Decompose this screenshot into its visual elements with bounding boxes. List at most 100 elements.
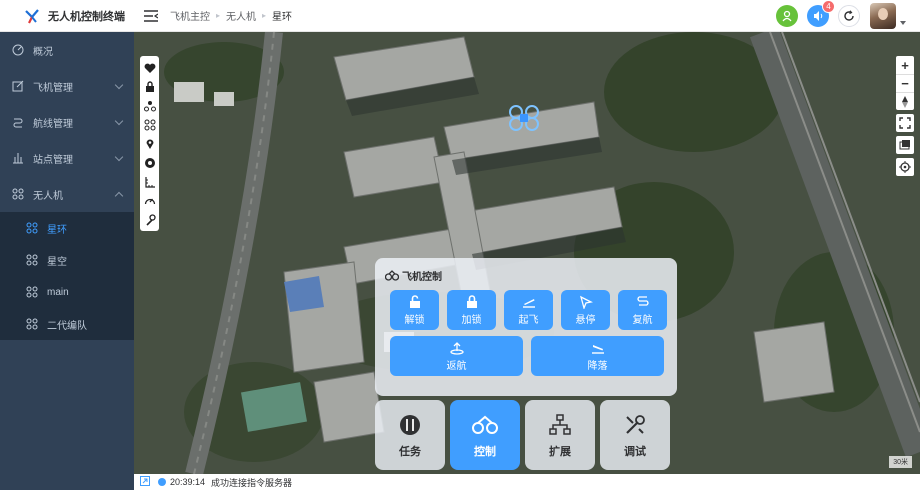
header-actions: 4 (767, 0, 906, 29)
control-icon (472, 412, 498, 438)
top-header: 飞机主控 ▸ 无人机 ▸ 星环 4 (134, 0, 920, 32)
layers-button[interactable] (896, 136, 914, 154)
sidebar-item-overview[interactable]: 概况 (0, 32, 134, 68)
crosshair-icon (896, 158, 914, 176)
notification-button[interactable]: 4 (807, 0, 835, 27)
speaker-icon (814, 11, 823, 21)
sidebar-item-route-management[interactable]: 航线管理 (0, 104, 134, 140)
extend-icon (547, 412, 573, 438)
tab-extend[interactable]: 扩展 (525, 400, 595, 470)
return-home-icon (449, 341, 464, 355)
sub-item-xinghuan[interactable]: 星环 (0, 212, 134, 244)
unlock-button[interactable]: 解锁 (390, 290, 439, 330)
locate-button[interactable] (896, 158, 914, 176)
logo-icon (24, 8, 40, 24)
caret-down-icon[interactable] (900, 21, 906, 25)
takeoff-button[interactable]: 起飞 (504, 290, 553, 330)
route-icon (12, 116, 24, 128)
app-logo[interactable]: 无人机控制终端 (0, 0, 134, 32)
user-status-icon (782, 10, 792, 22)
resume-button[interactable]: 复航 (618, 290, 667, 330)
unlock-label: 解锁 (404, 314, 425, 326)
sidebar-item-aircraft-management[interactable]: 飞机管理 (0, 68, 134, 104)
return-home-label: 返航 (446, 360, 467, 372)
menu-toggle-icon[interactable] (144, 9, 159, 22)
control-buttons-row: 解锁 加锁 起飞 悬停 复航 (390, 290, 667, 330)
sidebar-item-drone[interactable]: 无人机 (0, 176, 134, 212)
expand-icon[interactable] (140, 476, 150, 488)
landing-button[interactable]: 降落 (531, 336, 664, 376)
drone-icon (26, 318, 38, 330)
sub-item-main[interactable]: main (0, 276, 134, 308)
zoom-in-button[interactable]: + (896, 56, 914, 74)
layers-icon (896, 136, 914, 154)
heart-icon[interactable] (140, 58, 159, 77)
resume-icon (636, 295, 650, 309)
wrench-icon[interactable] (140, 210, 159, 229)
breadcrumb: 飞机主控 ▸ 无人机 ▸ 星环 (170, 8, 292, 23)
status-message: 成功连接指令服务器 (211, 477, 293, 488)
formation-icon[interactable] (140, 96, 159, 115)
status-time: 20:39:14 (170, 477, 206, 487)
zoom-out-button[interactable]: − (896, 74, 914, 92)
sidebar-item-label: 飞机管理 (33, 82, 73, 94)
breadcrumb-item[interactable]: 无人机 (226, 8, 256, 23)
function-tabs: 任务 控制 扩展 调试 (375, 400, 670, 470)
drone-icon (26, 254, 38, 266)
sidebar-item-label: 站点管理 (33, 154, 73, 166)
speedometer-icon[interactable] (140, 191, 159, 210)
lock-icon (465, 294, 479, 309)
drone-icon (26, 286, 38, 298)
control-panel-header: 飞机控制 (384, 266, 667, 284)
hover-button[interactable]: 悬停 (561, 290, 610, 330)
breadcrumb-current: 星环 (272, 12, 293, 23)
aircraft-control-panel: 飞机控制 解锁 加锁 起飞 悬停 复航 返航 降落 (375, 258, 677, 396)
notification-badge: 4 (822, 0, 835, 13)
sidebar-item-station-management[interactable]: 站点管理 (0, 140, 134, 176)
map-right-toolbar: + − (896, 56, 914, 180)
chevron-down-icon (114, 80, 124, 90)
landing-icon (591, 341, 605, 355)
sub-item-formation[interactable]: 二代编队 (0, 308, 134, 340)
refresh-button[interactable] (838, 5, 860, 27)
map-left-toolbar (140, 56, 159, 231)
tab-debug[interactable]: 调试 (600, 400, 670, 470)
compass-icon[interactable] (896, 92, 914, 110)
sidebar-item-label: 概况 (33, 46, 53, 58)
connection-status-button[interactable] (776, 5, 798, 27)
refresh-icon (844, 10, 854, 21)
sub-item-xingkong[interactable]: 星空 (0, 244, 134, 276)
fullscreen-icon (896, 114, 914, 132)
landing-label: 降落 (587, 360, 608, 372)
tab-label: 任务 (399, 445, 421, 458)
tab-task[interactable]: 任务 (375, 400, 445, 470)
lock-button[interactable]: 加锁 (447, 290, 496, 330)
edit-icon (12, 80, 24, 92)
control-icon (384, 269, 400, 281)
sidebar-item-label: 无人机 (33, 190, 63, 202)
location-icon[interactable] (140, 134, 159, 153)
lock-label: 加锁 (461, 314, 482, 326)
sub-item-label: main (47, 286, 69, 298)
user-avatar[interactable] (870, 3, 896, 29)
drone-icon[interactable] (140, 115, 159, 134)
sidebar: 无人机控制终端 概况 飞机管理 航线管理 站点管理 无人机 星环 星空 main… (0, 0, 134, 490)
breadcrumb-separator-icon: ▸ (216, 11, 221, 20)
ruler-icon[interactable] (140, 172, 159, 191)
resume-label: 复航 (632, 314, 653, 326)
control-panel-title: 飞机控制 (402, 271, 442, 283)
breadcrumb-item[interactable]: 飞机主控 (170, 8, 210, 23)
lock-icon[interactable] (140, 77, 159, 96)
camera-icon[interactable] (140, 153, 159, 172)
return-home-button[interactable]: 返航 (390, 336, 523, 376)
status-indicator (158, 478, 166, 486)
breadcrumb-separator-icon: ▸ (262, 11, 267, 20)
drone-icon (12, 188, 24, 200)
tab-control[interactable]: 控制 (450, 400, 520, 470)
station-icon (12, 152, 24, 164)
chevron-down-icon (114, 116, 124, 126)
satellite-map[interactable]: + − 30米 飞机控制 解锁 加锁 起飞 悬停 复航 返航 降落 任务 控制 … (134, 32, 920, 474)
takeoff-label: 起飞 (518, 314, 539, 326)
chevron-up-icon (114, 191, 124, 201)
fullscreen-button[interactable] (896, 114, 914, 132)
